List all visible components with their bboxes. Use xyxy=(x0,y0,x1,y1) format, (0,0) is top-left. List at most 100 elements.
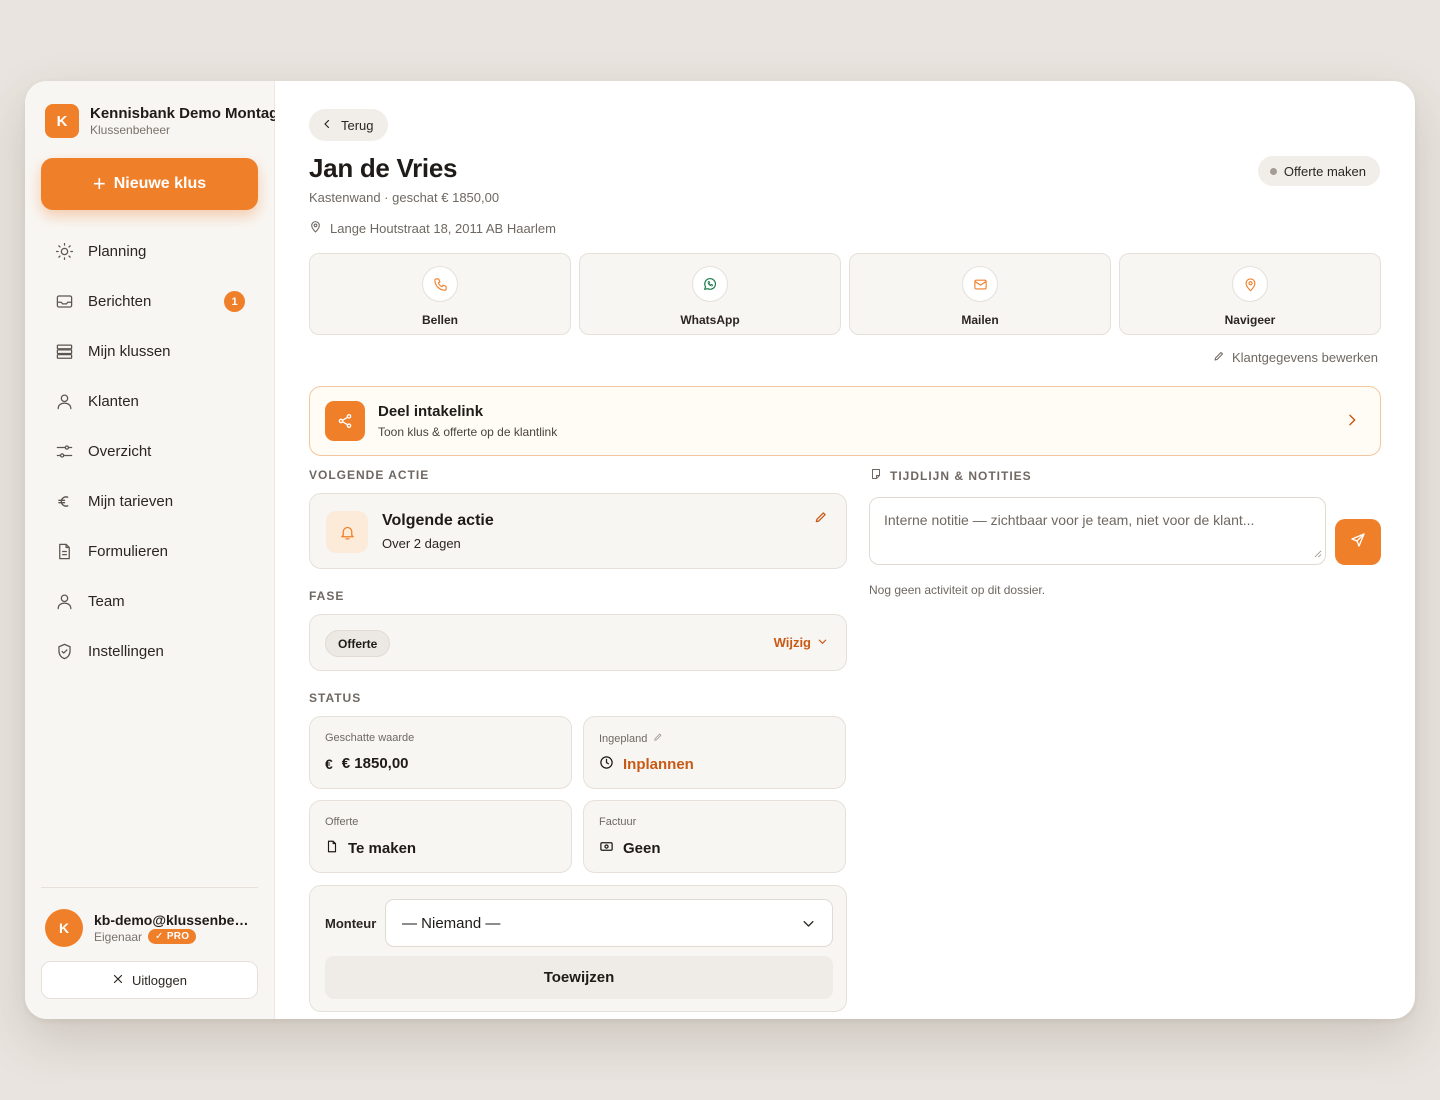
sidebar-item-berichten[interactable]: Berichten 1 xyxy=(41,276,258,326)
brand[interactable]: K Kennisbank Demo Montage Klussenbeheer xyxy=(45,104,275,138)
chevron-right-icon xyxy=(1344,412,1360,433)
action-label: Navigeer xyxy=(1224,313,1276,327)
chevron-left-icon xyxy=(321,118,333,133)
sidebar-item-mijn-klussen[interactable]: Mijn klussen xyxy=(41,326,258,376)
phase-card: Offerte Wijzig xyxy=(309,614,847,671)
invoice-status: Geen xyxy=(623,840,661,857)
section-phase: FASE xyxy=(309,589,345,603)
logout-label: Uitloggen xyxy=(132,972,187,988)
change-phase-button[interactable]: Wijzig xyxy=(774,635,828,650)
sidebar-divider xyxy=(41,887,258,888)
sidebar-item-instellingen[interactable]: Instellingen xyxy=(41,626,258,676)
scheduled-card[interactable]: Ingepland Inplannen xyxy=(583,716,846,789)
pencil-icon[interactable] xyxy=(814,510,828,529)
stat-value: € € 1850,00 xyxy=(325,755,409,772)
stat-label-row: Ingepland xyxy=(599,732,663,745)
euro-icon: € xyxy=(325,755,333,772)
sidebar-item-label: Formulieren xyxy=(88,542,169,560)
close-icon xyxy=(112,973,124,988)
action-label: Bellen xyxy=(421,313,458,327)
euro-icon xyxy=(54,491,74,511)
user-icon xyxy=(54,391,74,411)
next-action-card[interactable]: Volgende actie Over 2 dagen xyxy=(309,493,847,569)
brand-name: Kennisbank Demo Montage xyxy=(90,105,275,122)
cash-icon xyxy=(599,839,614,858)
sidebar: K Kennisbank Demo Montage Klussenbeheer … xyxy=(25,81,275,1019)
address-text: Lange Houtstraat 18, 2011 AB Haarlem xyxy=(330,220,556,236)
note-placeholder: Interne notitie — zichtbaar voor je team… xyxy=(884,512,1255,528)
inbox-icon xyxy=(54,291,74,311)
stat-value: Te maken xyxy=(325,839,416,858)
assign-button[interactable]: Toewijzen xyxy=(325,956,833,999)
resize-grip-icon[interactable] xyxy=(1313,545,1322,561)
unread-badge: 1 xyxy=(224,291,245,312)
stat-value: Inplannen xyxy=(599,755,694,774)
sliders-icon xyxy=(54,441,74,461)
sidebar-item-label: Team xyxy=(88,592,125,610)
whatsapp-button[interactable]: WhatsApp xyxy=(579,253,841,335)
sidebar-item-label: Mijn klussen xyxy=(88,342,171,360)
sidebar-item-overzicht[interactable]: Overzicht xyxy=(41,426,258,476)
pro-badge: ✓ PRO xyxy=(148,929,197,944)
sidebar-item-label: Mijn tarieven xyxy=(88,492,174,510)
sun-icon xyxy=(54,241,74,261)
action-label: Mailen xyxy=(961,313,999,327)
edit-customer-link[interactable]: Klantgegevens bewerken xyxy=(1213,350,1378,365)
technician-label: Monteur xyxy=(325,916,377,931)
app-window: K Kennisbank Demo Montage Klussenbeheer … xyxy=(25,81,1415,1019)
phone-icon xyxy=(422,266,458,302)
sidebar-nav: Planning Berichten 1 Mijn klussen Klante… xyxy=(41,226,258,676)
clock-icon xyxy=(599,755,614,774)
new-job-button[interactable]: + Nieuwe klus xyxy=(41,158,258,210)
status-dot xyxy=(1269,167,1277,175)
estimated-value-card: Geschatte waarde € € 1850,00 xyxy=(309,716,572,789)
quote-card: Offerte Te maken xyxy=(309,800,572,873)
document-icon xyxy=(325,839,339,858)
sidebar-item-label: Instellingen xyxy=(88,642,164,660)
quote-status: Te maken xyxy=(348,840,417,857)
internal-note-input[interactable]: Interne notitie — zichtbaar voor je team… xyxy=(869,497,1326,565)
pencil-icon xyxy=(653,732,663,745)
change-phase-label: Wijzig xyxy=(773,635,811,650)
share-icon xyxy=(325,401,365,441)
send-note-button[interactable] xyxy=(1335,519,1381,565)
sidebar-item-klanten[interactable]: Klanten xyxy=(41,376,258,426)
technician-select[interactable]: — Niemand — xyxy=(385,899,833,947)
stat-label: Offerte xyxy=(325,816,359,828)
call-button[interactable]: Bellen xyxy=(309,253,571,335)
assign-technician-card: Monteur — Niemand — Toewijzen xyxy=(309,885,847,1012)
chevron-down-icon xyxy=(801,916,816,935)
sidebar-item-formulieren[interactable]: Formulieren xyxy=(41,526,258,576)
address: Lange Houtstraat 18, 2011 AB Haarlem xyxy=(309,220,556,236)
back-button[interactable]: Terug xyxy=(309,109,388,141)
sidebar-item-mijn-tarieven[interactable]: Mijn tarieven xyxy=(41,476,258,526)
technician-selected: — Niemand — xyxy=(402,914,501,932)
avatar: K xyxy=(45,909,83,947)
schedule-link[interactable]: Inplannen xyxy=(623,756,694,773)
mail-button[interactable]: Mailen xyxy=(849,253,1111,335)
status-chip-label: Offerte maken xyxy=(1283,163,1366,179)
share-intake-link[interactable]: Deel intakelink Toon klus & offerte op d… xyxy=(309,386,1381,456)
document-icon xyxy=(54,541,74,561)
user-email: kb-demo@klussenbeheer.nl xyxy=(94,912,254,928)
page-title: Jan de Vries xyxy=(309,153,458,183)
user-profile[interactable]: K kb-demo@klussenbeheer.nl Eigenaar ✓ PR… xyxy=(45,909,260,947)
pencil-icon xyxy=(1213,350,1225,365)
map-pin-icon xyxy=(1232,266,1268,302)
sidebar-item-planning[interactable]: Planning xyxy=(41,226,258,276)
navigate-button[interactable]: Navigeer xyxy=(1119,253,1381,335)
stat-value: Geen xyxy=(599,839,661,858)
sidebar-item-label: Berichten xyxy=(88,292,152,310)
empty-timeline-text: Nog geen activiteit op dit dossier. xyxy=(869,583,1046,597)
chevron-down-icon xyxy=(817,635,828,650)
job-summary: Kastenwand · geschat € 1850,00 xyxy=(309,190,500,205)
plus-icon: + xyxy=(92,171,106,196)
sidebar-item-team[interactable]: Team xyxy=(41,576,258,626)
main-content: Terug Jan de Vries Kastenwand · geschat … xyxy=(275,81,1415,1019)
logout-button[interactable]: Uitloggen xyxy=(41,961,258,999)
map-pin-icon xyxy=(309,220,322,236)
status-chip[interactable]: Offerte maken xyxy=(1257,156,1380,186)
mail-icon xyxy=(962,266,998,302)
whatsapp-icon xyxy=(692,266,728,302)
send-icon xyxy=(1350,532,1366,553)
